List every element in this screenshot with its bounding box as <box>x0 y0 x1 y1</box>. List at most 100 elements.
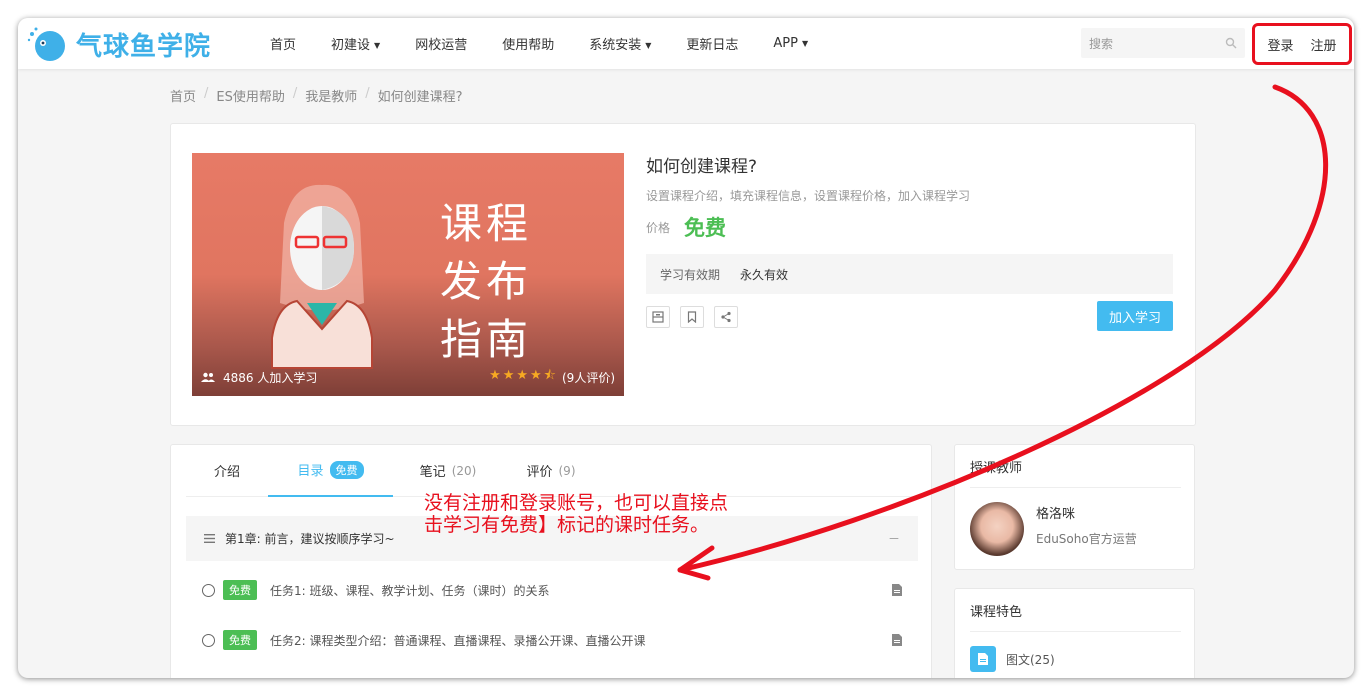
logo[interactable]: 气球鱼学院 <box>26 24 211 64</box>
tab-label: 评价 <box>526 465 553 480</box>
tab-intro[interactable]: 介绍 <box>186 445 268 497</box>
caret-down-icon: ▼ <box>801 39 809 48</box>
tab-label: 笔记 <box>419 465 446 480</box>
free-badge: 免费 <box>223 630 257 650</box>
student-count: 4886 人加入学习 <box>223 370 318 385</box>
teacher-card: 授课教师 格洛咪 EduSoho官方运营 <box>954 444 1195 570</box>
search-input[interactable]: 搜索 <box>1081 28 1245 58</box>
annotation-text: 没有注册和登录账号，也可以直接点 击学习有免费】标记的课时任务。 <box>424 492 784 536</box>
document-icon <box>892 584 902 596</box>
join-study-button[interactable]: 加入学习 <box>1097 301 1173 331</box>
chapter-title: 第1章: 前言，建议按顺序学习~ <box>225 532 395 546</box>
notes-count: (20) <box>451 463 477 478</box>
course-subtitle: 设置课程介绍，填充课程信息，设置课程价格，加入课程学习 <box>646 189 971 203</box>
nav-item-install[interactable]: 系统安装 ▼ <box>589 34 651 53</box>
task-title[interactable]: 任务1: 班级、课程、教学计划、任务（课时）的关系 <box>270 582 892 599</box>
validity-label: 学习有效期 <box>660 267 721 282</box>
document-icon <box>892 634 902 646</box>
nav-label: 更新日志 <box>686 38 739 53</box>
validity-value: 永久有效 <box>740 267 789 282</box>
task-item[interactable]: 免费 任务1: 班级、课程、教学计划、任务（课时）的关系 <box>186 575 918 605</box>
price-row: 价格 免费 <box>646 212 1176 242</box>
validity-row: 学习有效期 永久有效 <box>646 254 1173 294</box>
breadcrumb-category[interactable]: ES使用帮助 <box>216 86 284 105</box>
course-info: 如何创建课程? 设置课程介绍，填充课程信息，设置课程价格，加入课程学习 价格 免… <box>646 152 1176 294</box>
breadcrumb-separator: / <box>292 86 298 101</box>
rating-count[interactable]: (9人评价) <box>562 369 615 386</box>
cover-footer: 4886 人加入学习 ★★★★⯪ (9人评价) <box>192 358 624 396</box>
task-status-icon <box>202 633 215 647</box>
tab-label: 目录 <box>297 464 324 479</box>
nav-label: 网校运营 <box>415 38 468 53</box>
cover-title-line: 发布 <box>440 257 533 306</box>
logo-text: 气球鱼学院 <box>76 31 212 62</box>
cover-title-line: 课程 <box>440 199 533 248</box>
feature-item: 图文(25) <box>970 646 1055 672</box>
course-content-card: 介绍 目录 免费 笔记 (20) 评价 (9) 第1章: 前言，建议按顺序学习~ － … <box>170 444 932 678</box>
course-tabs: 介绍 目录 免费 笔记 (20) 评价 (9) <box>186 445 918 497</box>
bookmark-icon[interactable] <box>680 306 704 328</box>
nav-item-build[interactable]: 初建设 ▼ <box>331 34 380 53</box>
breadcrumb: 首页 / ES使用帮助 / 我是教师 / 如何创建课程? <box>170 86 463 105</box>
navbar: 气球鱼学院 首页 初建设 ▼ 网校运营 使用帮助 系统安装 ▼ 更新日志 APP ▼ … <box>18 18 1354 69</box>
nav-label: 使用帮助 <box>502 38 555 53</box>
nav-item-operation[interactable]: 网校运营 <box>415 34 467 53</box>
annotation-line: 没有注册和登录账号，也可以直接点 <box>424 492 729 514</box>
tab-label: 介绍 <box>213 465 240 480</box>
reviews-count: (9) <box>558 463 576 478</box>
nav-label: APP <box>773 36 798 51</box>
search-placeholder: 搜索 <box>1089 36 1114 51</box>
search-icon[interactable] <box>1225 37 1237 49</box>
nav-label: 首页 <box>270 38 297 53</box>
tab-reviews[interactable]: 评价 (9) <box>503 445 599 497</box>
course-cover-image[interactable]: 课程 发布 指南 4886 人加入学习 ★★★★⯪ (9人评价) <box>192 153 624 396</box>
nav-item-home[interactable]: 首页 <box>270 34 296 53</box>
course-header-card: 课程 发布 指南 4886 人加入学习 ★★★★⯪ (9人评价) 如何创建课程?… <box>170 123 1196 426</box>
register-link[interactable]: 注册 <box>1310 35 1336 54</box>
collapse-icon[interactable]: － <box>888 530 900 547</box>
breadcrumb-separator: / <box>365 86 370 101</box>
cover-title: 课程 发布 指南 <box>440 195 532 369</box>
caret-down-icon: ▼ <box>374 41 381 50</box>
nav-item-help[interactable]: 使用帮助 <box>502 34 554 53</box>
nav-label: 初建设 <box>331 38 371 53</box>
share-icon[interactable] <box>714 306 738 328</box>
teacher-org: EduSoho官方运营 <box>1036 532 1137 546</box>
free-badge: 免费 <box>223 580 257 600</box>
breadcrumb-current: 如何创建课程? <box>377 90 463 105</box>
tab-catalog[interactable]: 目录 免费 <box>268 445 393 497</box>
nav-item-changelog[interactable]: 更新日志 <box>686 34 738 53</box>
main-nav: 首页 初建设 ▼ 网校运营 使用帮助 系统安装 ▼ 更新日志 APP ▼ <box>270 18 843 69</box>
annotation-line: 击学习有免费】标记的课时任务。 <box>424 514 710 536</box>
caret-down-icon: ▼ <box>645 41 652 50</box>
text-document-icon <box>970 646 996 672</box>
task-item[interactable]: 免费 任务2: 课程类型介绍：普通课程、直播课程、录播公开课、直播公开课 <box>186 625 918 655</box>
price-value: 免费 <box>684 216 727 240</box>
teacher-name[interactable]: 格洛咪 <box>1036 503 1075 522</box>
teacher-heading: 授课教师 <box>970 445 1181 488</box>
feature-label: 图文(25) <box>1006 652 1055 667</box>
balloon-fish-logo-icon <box>27 27 65 61</box>
task-title[interactable]: 任务2: 课程类型介绍：普通课程、直播课程、录播公开课、直播公开课 <box>270 632 892 649</box>
nav-item-app[interactable]: APP ▼ <box>773 36 808 51</box>
task-status-icon <box>202 583 215 597</box>
login-link[interactable]: 登录 <box>1267 35 1293 54</box>
qrcode-icon[interactable] <box>646 306 670 328</box>
features-heading: 课程特色 <box>970 589 1181 632</box>
breadcrumb-home[interactable]: 首页 <box>170 86 196 105</box>
browser-frame: 气球鱼学院 首页 初建设 ▼ 网校运营 使用帮助 系统安装 ▼ 更新日志 APP ▼ … <box>18 18 1354 678</box>
auth-highlight: 登录 注册 <box>1252 23 1352 65</box>
teacher-avatar[interactable] <box>970 502 1024 556</box>
list-icon <box>204 534 215 543</box>
course-title: 如何创建课程? <box>646 157 758 177</box>
tab-notes[interactable]: 笔记 (20) <box>393 445 503 497</box>
users-icon <box>201 372 215 382</box>
features-card: 课程特色 图文(25) <box>954 588 1195 678</box>
free-badge: 免费 <box>329 460 364 479</box>
breadcrumb-separator: / <box>204 86 209 101</box>
nav-label: 系统安装 <box>589 38 642 53</box>
breadcrumb-subcategory[interactable]: 我是教师 <box>305 86 357 105</box>
price-label: 价格 <box>646 220 671 235</box>
star-rating: ★★★★⯪ <box>489 368 558 383</box>
course-actions <box>646 306 738 328</box>
